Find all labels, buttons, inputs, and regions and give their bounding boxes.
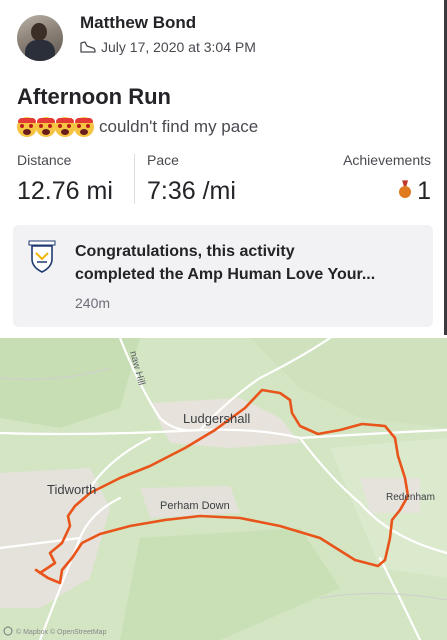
activity-datetime: July 17, 2020 at 3:04 PM	[101, 39, 256, 55]
distance-value: 12.76 mi	[17, 177, 113, 205]
description-text: couldn't find my pace	[99, 117, 259, 136]
shoe-icon	[80, 41, 96, 53]
challenge-text: Congratulations, this activity completed…	[75, 240, 425, 286]
scream-emoji-icon	[55, 117, 75, 137]
stat-divider	[134, 154, 135, 204]
map-attribution[interactable]: © Mapbox © OpenStreetMap	[16, 628, 107, 636]
activity-header: Matthew Bond July 17, 2020 at 3:04 PM	[0, 0, 447, 72]
map-label-ludgershall: Ludgershall	[183, 411, 250, 426]
activity-title: Afternoon Run	[17, 84, 171, 109]
achievements-value: 1	[417, 177, 431, 205]
scream-emoji-icon	[36, 117, 56, 137]
avatar[interactable]	[17, 15, 63, 61]
activity-description: couldn't find my pace	[17, 117, 258, 137]
athlete-name[interactable]: Matthew Bond	[80, 13, 196, 33]
achievements-stat[interactable]: Achievements 1	[343, 152, 431, 206]
route-map[interactable]: naw Hill Ludgershall Tidworth Perham Dow…	[0, 338, 447, 640]
distance-label: Distance	[17, 152, 72, 168]
achievements-label: Achievements	[343, 152, 431, 168]
achievements-value-row: 1	[343, 177, 431, 206]
medal-icon	[399, 186, 412, 199]
challenge-text-line1: Congratulations, this activity	[75, 243, 295, 260]
challenge-text-line2: completed the Amp Human Love Your...	[75, 266, 376, 283]
map-canvas: naw Hill Ludgershall Tidworth Perham Dow…	[0, 338, 447, 640]
pace-value: 7:36 /mi	[147, 177, 236, 205]
scream-emoji-icon	[17, 117, 37, 137]
stats-row: Distance 12.76 mi Pace 7:36 /mi Achievem…	[17, 152, 431, 212]
activity-datetime-row: July 17, 2020 at 3:04 PM	[80, 39, 256, 55]
challenge-badge-icon	[28, 240, 56, 273]
pace-stat: Pace 7:36 /mi	[147, 152, 236, 206]
scream-emoji-icon	[74, 117, 94, 137]
map-label-redenham: Redenham	[386, 492, 435, 503]
map-label-perham-down: Perham Down	[160, 500, 230, 512]
pace-label: Pace	[147, 152, 179, 168]
distance-stat: Distance 12.76 mi	[17, 152, 113, 206]
challenge-card[interactable]: Congratulations, this activity completed…	[13, 225, 433, 327]
challenge-subtext: 240m	[75, 295, 111, 311]
map-label-tidworth: Tidworth	[47, 482, 96, 497]
